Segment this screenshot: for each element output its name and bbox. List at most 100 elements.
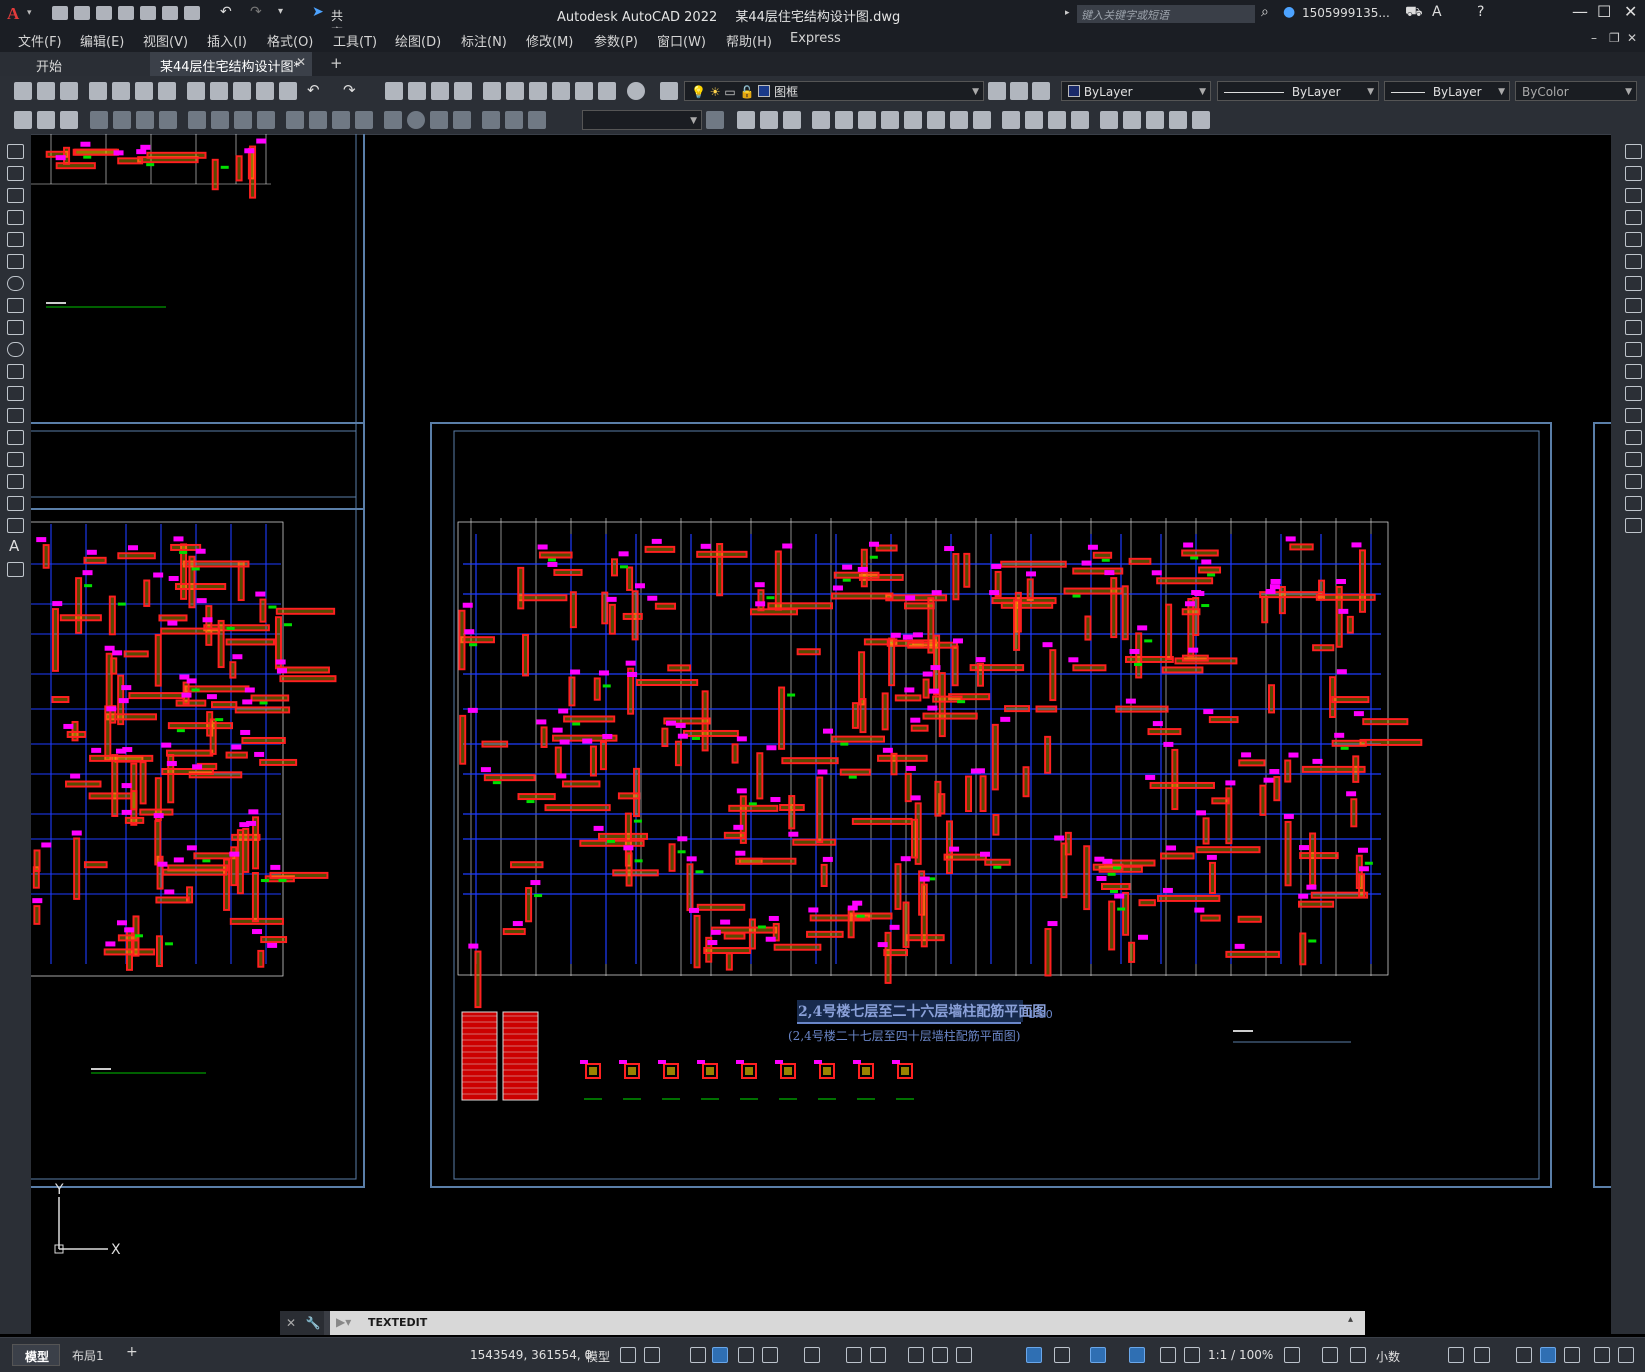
scale-icon[interactable]: [904, 111, 922, 129]
command-close-icon[interactable]: ✕: [280, 1311, 302, 1335]
layer-on-icon[interactable]: 💡: [691, 85, 706, 99]
dim-update-icon[interactable]: [528, 111, 546, 129]
arc-icon[interactable]: [7, 254, 24, 269]
dynamic-input-icon[interactable]: [712, 1347, 728, 1363]
rotate-icon[interactable]: [881, 111, 899, 129]
copy-side-icon[interactable]: [1625, 166, 1642, 181]
maximize-icon[interactable]: ☐: [1597, 2, 1611, 21]
explode-icon[interactable]: [1100, 111, 1118, 129]
linear-dim-icon[interactable]: [90, 111, 108, 129]
join-icon[interactable]: [1025, 111, 1043, 129]
customize-status-icon[interactable]: [1618, 1347, 1634, 1363]
trim-icon[interactable]: [950, 111, 968, 129]
undo-icon[interactable]: ↶: [220, 4, 232, 20]
cart-icon[interactable]: ⛟: [1405, 4, 1423, 22]
menu-view[interactable]: 视图(V): [143, 31, 188, 50]
layer-state-icon[interactable]: [1032, 82, 1050, 100]
circle-icon[interactable]: [7, 276, 24, 291]
blend-icon[interactable]: [1123, 111, 1141, 129]
layer-viewport-icon[interactable]: ▭: [724, 85, 735, 99]
angular-dim-icon[interactable]: [257, 111, 275, 129]
properties-icon[interactable]: [483, 82, 501, 100]
revision-cloud-icon[interactable]: [7, 298, 24, 313]
units-dropdown[interactable]: 小数: [1376, 1348, 1400, 1365]
user-icon[interactable]: ●: [1283, 4, 1295, 20]
quick-properties-icon[interactable]: [1350, 1347, 1366, 1363]
menu-help[interactable]: 帮助(H): [726, 31, 772, 50]
lineweight-dropdown[interactable]: ByLayer ▼: [1384, 81, 1510, 101]
radius-dim-icon[interactable]: [188, 111, 206, 129]
menu-format[interactable]: 格式(O): [267, 31, 313, 50]
hardware-acceleration-icon[interactable]: [1540, 1347, 1556, 1363]
open-file-icon[interactable]: [74, 6, 90, 20]
help-toolbar-icon[interactable]: [627, 82, 645, 100]
scale-side-icon[interactable]: [1625, 298, 1642, 313]
plot-preview-icon[interactable]: [112, 82, 130, 100]
sheet-set-icon[interactable]: [552, 82, 570, 100]
join-side-icon[interactable]: [1625, 430, 1642, 445]
jogged-dim-icon[interactable]: [211, 111, 229, 129]
tab-start[interactable]: 开始: [0, 52, 150, 76]
snap-icon[interactable]: [644, 1347, 660, 1363]
graphics-performance-icon[interactable]: [1564, 1347, 1580, 1363]
new-file-icon[interactable]: [52, 6, 68, 20]
menu-dimension[interactable]: 标注(N): [461, 31, 507, 50]
insert-block-icon[interactable]: [7, 386, 24, 401]
menu-tools[interactable]: 工具(T): [333, 31, 377, 50]
add-selected-icon[interactable]: [7, 562, 24, 577]
continue-dim-icon[interactable]: [332, 111, 350, 129]
linetype-dropdown[interactable]: ByLayer ▼: [1217, 81, 1379, 101]
zoom-previous-icon[interactable]: [454, 82, 472, 100]
annotation-scale[interactable]: 1:1 / 100%: [1208, 1348, 1273, 1362]
layout-tab-layout1[interactable]: 布局1: [72, 1347, 104, 1364]
dim-text-edit-icon[interactable]: [505, 111, 523, 129]
lock-ui-icon[interactable]: [1474, 1347, 1490, 1363]
search-input[interactable]: 键入关键字或短语: [1077, 5, 1255, 23]
qnew-icon[interactable]: [14, 82, 32, 100]
blend-side-icon[interactable]: [1625, 496, 1642, 511]
ortho-icon[interactable]: [738, 1347, 754, 1363]
transparency-icon[interactable]: [932, 1347, 948, 1363]
line-icon[interactable]: [7, 144, 24, 159]
add-layout-button[interactable]: +: [126, 1344, 138, 1360]
save-icon[interactable]: [96, 6, 112, 20]
annotation-visibility-icon[interactable]: [1160, 1347, 1176, 1363]
minimize-icon[interactable]: —: [1572, 2, 1588, 21]
redo-toolbar-icon[interactable]: ↷: [343, 81, 356, 99]
menu-edit[interactable]: 编辑(E): [80, 31, 124, 50]
markup-icon[interactable]: [575, 82, 593, 100]
dim-style-manager-icon[interactable]: [706, 111, 724, 129]
erase-icon[interactable]: [737, 111, 755, 129]
design-center-icon[interactable]: [506, 82, 524, 100]
chamfer-icon[interactable]: [1048, 111, 1066, 129]
arc-length-dim-icon[interactable]: [136, 111, 154, 129]
dim-edit-icon[interactable]: [482, 111, 500, 129]
plot-icon[interactable]: [184, 6, 200, 20]
diameter-dim-icon[interactable]: [234, 111, 252, 129]
hatch-icon[interactable]: [7, 452, 24, 467]
construction-line-icon[interactable]: [7, 166, 24, 181]
expand-search-icon[interactable]: ▸: [1065, 8, 1070, 18]
menu-express[interactable]: Express: [790, 31, 841, 46]
dim-style-dropdown[interactable]: ▼: [582, 110, 702, 130]
annotation-monitor-icon[interactable]: [1322, 1347, 1338, 1363]
menu-insert[interactable]: 插入(I): [207, 31, 247, 50]
save-web-icon[interactable]: [162, 6, 178, 20]
save-toolbar-icon[interactable]: [60, 82, 78, 100]
pan-icon[interactable]: [385, 82, 403, 100]
plot-toolbar-icon[interactable]: [89, 82, 107, 100]
menu-window[interactable]: 窗口(W): [657, 31, 706, 50]
multiline-text-icon[interactable]: A: [9, 537, 19, 555]
command-line[interactable]: ✕ 🔧 ▶▾ TEXTEDIT ▴: [280, 1311, 1365, 1335]
layer-thaw-icon[interactable]: ☀: [710, 85, 721, 99]
customize-quick-access-icon[interactable]: ▾: [278, 6, 283, 17]
stretch-icon[interactable]: [927, 111, 945, 129]
publish-icon[interactable]: [135, 82, 153, 100]
tab-document[interactable]: 某44层住宅结构设计图* ✕: [150, 52, 312, 76]
dim-space-icon[interactable]: [355, 111, 373, 129]
open-icon[interactable]: [37, 82, 55, 100]
sheet-frame-mid-left[interactable]: [31, 422, 365, 1188]
table-icon[interactable]: [7, 518, 24, 533]
reverse-icon[interactable]: [1146, 111, 1164, 129]
tool-palettes-icon[interactable]: [529, 82, 547, 100]
